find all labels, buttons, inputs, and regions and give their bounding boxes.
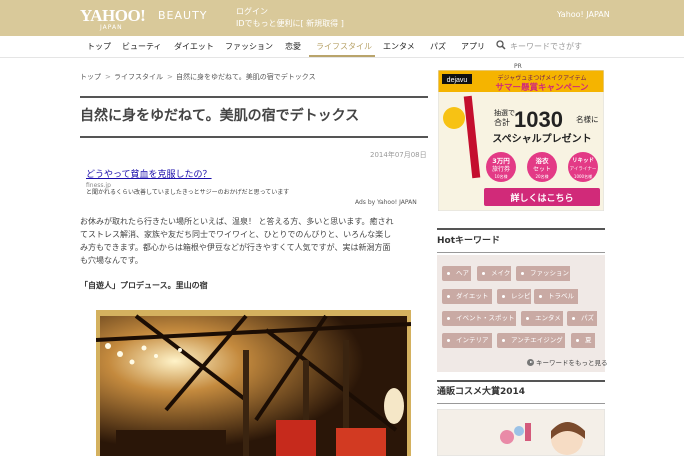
paragraph-line: も穴場なんです。 bbox=[80, 256, 143, 265]
search-icon[interactable] bbox=[496, 40, 506, 50]
dejavu-campaign-banner[interactable]: dejavu デジャヴュまつげメイクアイテム サマー懸賞キャンペーン 抽選で 合… bbox=[438, 70, 604, 211]
nav-item-fashion[interactable]: ファッション bbox=[225, 42, 273, 52]
banner-prize2-sub: セット bbox=[533, 166, 551, 173]
keyword-tag-interior[interactable]: インテリア bbox=[442, 333, 492, 348]
keyword-tag-entertainment[interactable]: エンタメ bbox=[521, 311, 563, 326]
banner-brand: dejavu bbox=[447, 77, 468, 84]
hot-keywords-top-rule bbox=[437, 228, 605, 230]
banner-tagline: デジャヴュまつげメイクアイテム bbox=[498, 74, 587, 82]
nav-item-diet[interactable]: ダイエット bbox=[174, 42, 214, 52]
title-bottom-rule bbox=[80, 136, 428, 138]
breadcrumb-separator: > bbox=[105, 73, 111, 81]
yahoo-logo-sub: JAPAN bbox=[100, 24, 123, 31]
nav-item-beauty[interactable]: ビューティ bbox=[122, 42, 162, 52]
banner-prize1-sub: 旅行券 bbox=[492, 165, 510, 173]
ads-by-label[interactable]: Ads by Yahoo! JAPAN bbox=[355, 199, 417, 207]
nav-active-indicator bbox=[309, 55, 375, 57]
award-heading: 通販コスメ大賞2014 bbox=[437, 387, 526, 397]
breadcrumb-top[interactable]: トップ bbox=[80, 73, 101, 82]
hot-keywords-heading: Hotキーワード bbox=[437, 236, 501, 246]
article-paragraph: お休みが取れたら行きたい場所といえば、温泉！ と答える方、多いと思います。癒され… bbox=[80, 215, 428, 267]
award-bottom-rule bbox=[437, 403, 605, 404]
award-top-rule bbox=[437, 380, 605, 382]
banner-prize2-count: 20名様 bbox=[535, 173, 548, 179]
banner-unit: 名様に bbox=[576, 114, 599, 124]
keyword-tag-recipe[interactable]: レシピ bbox=[497, 289, 531, 304]
page-title: 自然に身をゆだねて。美肌の宿でデトックス bbox=[80, 108, 360, 124]
ad-description[interactable]: と聞かれるくらい改善していましたきっとサジーのおかげだと思っています bbox=[86, 189, 289, 197]
banner-prize1-count: 10名様 bbox=[494, 173, 507, 179]
keyword-tag-buzz[interactable]: パズ bbox=[567, 311, 597, 326]
ad-headline-link[interactable]: どうやって貧血を克服したの？ bbox=[86, 170, 212, 181]
banner-prize2: 浴衣 bbox=[536, 156, 550, 165]
chevron-right-icon[interactable] bbox=[527, 359, 534, 366]
nav-item-apps[interactable]: アプリ bbox=[461, 42, 485, 52]
yahoo-japan-link[interactable]: Yahoo! JAPAN bbox=[557, 10, 610, 20]
banner-prize3-count: 1000名様 bbox=[574, 173, 592, 179]
title-top-rule bbox=[80, 96, 428, 98]
id-signup-link[interactable]: IDでもっと便利に[ 新規取得 ] bbox=[236, 19, 344, 29]
banner-total: 合計 bbox=[494, 117, 510, 127]
banner-cta[interactable]: 詳しくはこちら bbox=[510, 192, 573, 204]
login-link[interactable]: ログイン bbox=[236, 7, 268, 17]
banner-prize3: リキッド bbox=[572, 157, 594, 164]
keyword-tag-summer[interactable]: 夏 bbox=[571, 333, 595, 348]
publish-date: 2014年07月08日 bbox=[370, 151, 427, 159]
banner-prize3-sub: アイライナー bbox=[570, 166, 597, 172]
nav-item-top[interactable]: トップ bbox=[87, 42, 111, 52]
keyword-tag-hair[interactable]: ヘア bbox=[442, 266, 471, 281]
cosme-award-illustration[interactable] bbox=[437, 409, 605, 456]
keyword-tag-events[interactable]: イベント・スポット bbox=[442, 311, 516, 326]
beauty-brand[interactable]: BEAUTY bbox=[158, 10, 208, 22]
banner-present: スペシャルプレゼント bbox=[492, 132, 591, 145]
keyword-tag-makeup[interactable]: メイク bbox=[477, 266, 511, 281]
paragraph-line: み方もできます。都心からは箱根や伊豆などが行きやすくて人気ですが、実は新潟方面 bbox=[80, 243, 391, 252]
nav-item-love[interactable]: 恋愛 bbox=[285, 42, 301, 52]
search-input[interactable] bbox=[510, 40, 610, 52]
ryokan-interior-photo bbox=[96, 310, 411, 456]
keyword-tag-travel[interactable]: トラベル bbox=[534, 289, 578, 304]
banner-prize1: 3万円 bbox=[492, 157, 510, 165]
keyword-tag-fashion[interactable]: ファッション bbox=[516, 266, 570, 281]
banner-lottery: 抽選で bbox=[494, 108, 515, 117]
nav-item-buzz[interactable]: パズ bbox=[430, 42, 446, 52]
yahoo-logo[interactable]: YAHOO! bbox=[80, 7, 146, 24]
section-heading: 「自遊人」プロデュース。里山の宿 bbox=[80, 281, 208, 290]
banner-campaign: サマー懸賞キャンペーン bbox=[495, 82, 589, 93]
nav-item-entertainment[interactable]: エンタメ bbox=[383, 42, 415, 52]
breadcrumb-lifestyle[interactable]: ライフスタイル bbox=[114, 73, 163, 82]
keyword-tag-diet[interactable]: ダイエット bbox=[442, 289, 492, 304]
keyword-tag-anti-aging[interactable]: アンチエイジング bbox=[497, 333, 565, 348]
breadcrumb-separator: > bbox=[167, 73, 173, 81]
paragraph-line: お休みが取れたら行きたい場所といえば、温泉！ と答える方、多いと思います。癒され bbox=[80, 217, 394, 226]
nav-item-lifestyle[interactable]: ライフスタイル bbox=[316, 42, 372, 52]
banner-count: 1030 bbox=[514, 107, 563, 132]
hot-keywords-bottom-rule bbox=[437, 252, 605, 253]
paragraph-line: てストレス解消、家族や友だち同士でワイワイと、ひとりでのんびりと、いろんな楽し bbox=[80, 230, 392, 239]
breadcrumb-current: 自然に身をゆだねて。美肌の宿でデトックス bbox=[176, 73, 316, 81]
more-keywords-link[interactable]: キーワードをもっと見る bbox=[536, 359, 608, 367]
